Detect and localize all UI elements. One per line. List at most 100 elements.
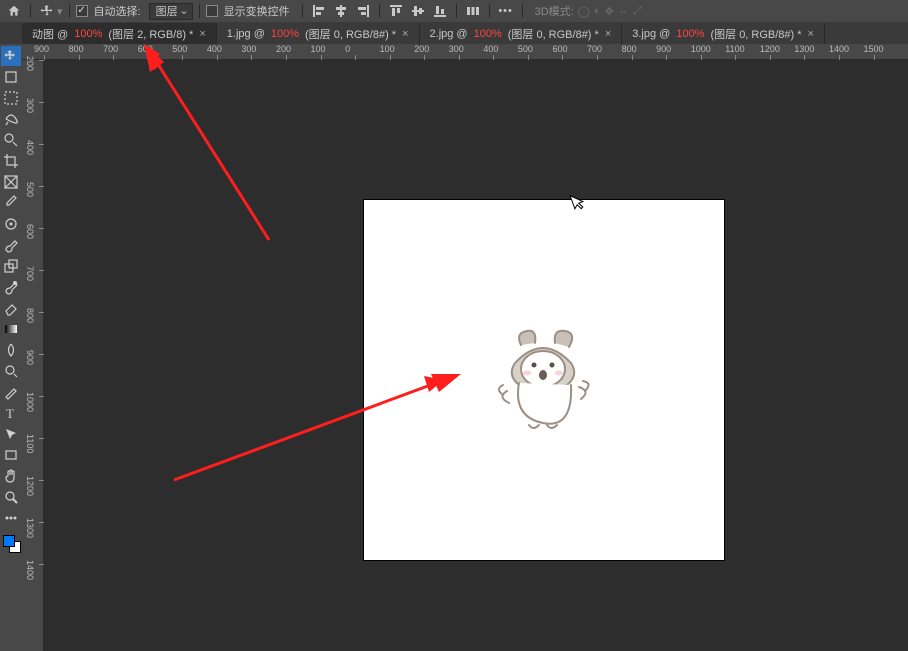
tool-pen[interactable] xyxy=(1,382,21,402)
tool-artboard[interactable] xyxy=(1,67,21,87)
toolbox: T xyxy=(0,44,22,651)
ruler-tick: 200 xyxy=(25,56,35,71)
ruler-tick: 1200 xyxy=(760,44,780,54)
ruler-tick: 1300 xyxy=(25,518,35,538)
tab-title-suffix: (图层 0, RGB/8#) * xyxy=(508,26,599,42)
align-hcenter-icon[interactable] xyxy=(331,2,351,20)
tab-close-icon[interactable]: × xyxy=(402,28,408,40)
show-transform-label: 显示变换控件 xyxy=(224,3,290,19)
more-icon[interactable]: ••• xyxy=(496,2,516,20)
tool-rectangle[interactable] xyxy=(1,445,21,465)
options-bar: ▾ 自动选择: 图层 显示变换控件 ••• 3D模式: ◯ ◐ ✥ ↔ ⤢ xyxy=(0,0,908,22)
tool-marquee[interactable] xyxy=(1,88,21,108)
ruler-tick: 900 xyxy=(25,350,35,365)
ruler-tick: 800 xyxy=(25,308,35,323)
ruler-tick: 100 xyxy=(380,44,395,54)
canvas-stage[interactable] xyxy=(44,60,908,651)
ruler-tick: 800 xyxy=(622,44,637,54)
ruler-tick: 600 xyxy=(25,224,35,239)
tab-title: 1.jpg @ xyxy=(227,28,265,40)
ruler-tick: 300 xyxy=(449,44,464,54)
home-button[interactable] xyxy=(4,2,24,20)
tab-title: 动图 @ xyxy=(32,26,68,42)
vertical-ruler: 2003004005006007008009001000110012001300… xyxy=(22,60,44,651)
canvas-area: 9008007006005004003002001000100200300400… xyxy=(22,44,908,651)
foreground-background-swatch[interactable] xyxy=(1,533,21,559)
tab-zoom: 100% xyxy=(74,28,102,40)
tab-close-icon[interactable]: × xyxy=(199,28,205,40)
ruler-tick: 1000 xyxy=(691,44,711,54)
tool-edit-toolbar[interactable] xyxy=(1,508,21,528)
ruler-tick: 500 xyxy=(518,44,533,54)
orbit-3d-icon[interactable]: ◯ xyxy=(578,5,590,18)
tool-quick-select[interactable] xyxy=(1,130,21,150)
ruler-tick: 600 xyxy=(552,44,567,54)
ruler-tick: 500 xyxy=(172,44,187,54)
tab-title: 3.jpg @ xyxy=(632,28,670,40)
tool-dodge[interactable] xyxy=(1,361,21,381)
ruler-tick: 700 xyxy=(103,44,118,54)
tab-close-icon[interactable]: × xyxy=(605,28,611,40)
document-canvas[interactable] xyxy=(364,200,724,560)
document-tabs: 动图 @ 100% (图层 2, RGB/8) *×1.jpg @ 100% (… xyxy=(0,22,908,44)
tool-eraser[interactable] xyxy=(1,298,21,318)
ruler-tick: 900 xyxy=(656,44,671,54)
pan-3d-icon[interactable]: ✥ xyxy=(605,5,614,18)
tool-spot-heal[interactable] xyxy=(1,214,21,234)
ruler-tick: 1000 xyxy=(25,392,35,412)
tool-history-brush[interactable] xyxy=(1,277,21,297)
align-bottom-icon[interactable] xyxy=(430,2,450,20)
auto-select-label: 自动选择: xyxy=(94,3,141,19)
slide-3d-icon[interactable]: ↔ xyxy=(618,5,629,18)
align-right-icon[interactable] xyxy=(353,2,373,20)
align-vcenter-icon[interactable] xyxy=(408,2,428,20)
tool-path-select[interactable] xyxy=(1,424,21,444)
roll-3d-icon[interactable]: ◐ xyxy=(594,5,601,18)
zoom-3d-icon[interactable]: ⤢ xyxy=(633,5,642,18)
tool-blur[interactable] xyxy=(1,340,21,360)
ruler-tick: 1100 xyxy=(25,434,35,453)
document-tab-3[interactable]: 3.jpg @ 100% (图层 0, RGB/8#) * × xyxy=(622,23,825,44)
tab-close-icon[interactable]: × xyxy=(808,28,814,40)
tool-lasso[interactable] xyxy=(1,109,21,129)
tab-zoom: 100% xyxy=(271,28,299,40)
ruler-tick: 400 xyxy=(207,44,222,54)
ruler-tick: 200 xyxy=(414,44,429,54)
tool-eyedropper[interactable] xyxy=(1,193,21,213)
show-transform-checkbox[interactable] xyxy=(206,5,218,17)
ruler-tick: 900 xyxy=(34,44,49,54)
mode3d-label: 3D模式: xyxy=(535,3,574,19)
tab-title: 2.jpg @ xyxy=(430,28,468,40)
document-tab-0[interactable]: 动图 @ 100% (图层 2, RGB/8) *× xyxy=(22,23,217,44)
tool-frame[interactable] xyxy=(1,172,21,192)
tab-title-suffix: (图层 0, RGB/8#) * xyxy=(710,26,801,42)
document-tab-1[interactable]: 1.jpg @ 100% (图层 0, RGB/8#) *× xyxy=(217,23,420,44)
move-tool-indicator xyxy=(37,2,57,20)
auto-select-checkbox[interactable] xyxy=(76,5,88,17)
tool-gradient[interactable] xyxy=(1,319,21,339)
ruler-tick: 300 xyxy=(25,98,35,113)
horizontal-ruler: 9008007006005004003002001000100200300400… xyxy=(22,44,908,60)
distribute-icon[interactable] xyxy=(463,2,483,20)
ruler-tick: 600 xyxy=(138,44,153,54)
tab-zoom: 100% xyxy=(676,28,704,40)
tool-crop[interactable] xyxy=(1,151,21,171)
ruler-tick: 400 xyxy=(25,140,35,155)
ruler-tick: 1200 xyxy=(25,476,35,496)
align-top-icon[interactable] xyxy=(386,2,406,20)
document-tab-2[interactable]: 2.jpg @ 100% (图层 0, RGB/8#) * × xyxy=(420,23,623,44)
tool-clone[interactable] xyxy=(1,256,21,276)
align-left-icon[interactable] xyxy=(309,2,329,20)
ruler-tick: 0 xyxy=(345,44,350,54)
tool-zoom[interactable] xyxy=(1,487,21,507)
ruler-tick: 100 xyxy=(311,44,326,54)
tool-type[interactable]: T xyxy=(1,403,21,423)
tool-brush[interactable] xyxy=(1,235,21,255)
ruler-tick: 300 xyxy=(241,44,256,54)
tab-zoom: 100% xyxy=(474,28,502,40)
hamster-image xyxy=(489,325,599,435)
ruler-tick: 1400 xyxy=(25,560,35,580)
tool-hand[interactable] xyxy=(1,466,21,486)
auto-select-target[interactable]: 图层 xyxy=(149,3,193,20)
tool-move[interactable] xyxy=(1,46,21,66)
